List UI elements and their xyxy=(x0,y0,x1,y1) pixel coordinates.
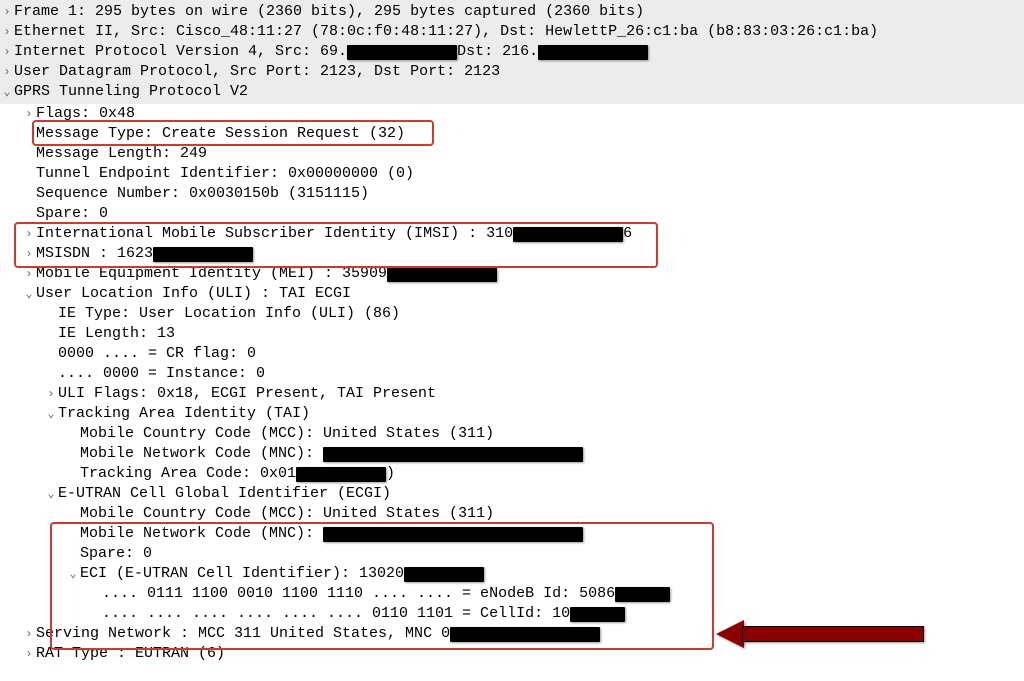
redacted-imsi xyxy=(513,227,623,242)
ecgi-hdr: E-UTRAN Cell Global Identifier (ECGI) xyxy=(58,484,391,504)
tree-row-ethernet[interactable]: › Ethernet II, Src: Cisco_48:11:27 (78:0… xyxy=(0,22,1024,42)
uli-flags: ULI Flags: 0x18, ECGI Present, TAI Prese… xyxy=(58,384,436,404)
ecgi-spare: Spare: 0 xyxy=(80,544,152,564)
redacted-eci xyxy=(404,567,484,582)
redacted-tai-mnc xyxy=(323,447,583,462)
ethernet-summary: Ethernet II, Src: Cisco_48:11:27 (78:0c:… xyxy=(14,22,878,42)
chevron-right-icon: › xyxy=(22,244,36,264)
tree-row-msglen[interactable]: Message Length: 249 xyxy=(0,144,1024,164)
tree-row-msisdn[interactable]: › MSISDN : 1623 xyxy=(0,244,1024,264)
ip-dst-pre: Dst: 216. xyxy=(457,42,538,62)
tree-row-imsi[interactable]: › International Mobile Subscriber Identi… xyxy=(0,224,1024,244)
tai-hdr: Tracking Area Identity (TAI) xyxy=(58,404,310,424)
tai-tac-post: ) xyxy=(386,464,395,484)
tree-row-serving[interactable]: › Serving Network : MCC 311 United State… xyxy=(0,624,1024,644)
chevron-down-icon: ⌄ xyxy=(0,82,14,102)
gtp-msgtype: Message Type: Create Session Request (32… xyxy=(36,124,405,144)
gtp-teid: Tunnel Endpoint Identifier: 0x00000000 (… xyxy=(36,164,414,184)
uli-ielen: IE Length: 13 xyxy=(58,324,175,344)
tree-row-flags[interactable]: › Flags: 0x48 xyxy=(0,104,1024,124)
tree-row-tai[interactable]: ⌄ Tracking Area Identity (TAI) xyxy=(0,404,1024,424)
tree-row-ecgi[interactable]: ⌄ E-UTRAN Cell Global Identifier (ECGI) xyxy=(0,484,1024,504)
chevron-right-icon: › xyxy=(22,224,36,244)
tree-row-rat[interactable]: › RAT Type : EUTRAN (6) xyxy=(0,644,1024,664)
tree-row-frame[interactable]: › Frame 1: 295 bytes on wire (2360 bits)… xyxy=(0,2,1024,22)
tree-row-tai-tac[interactable]: Tracking Area Code: 0x01) xyxy=(0,464,1024,484)
redacted-ecgi-mnc xyxy=(323,527,583,542)
chevron-right-icon: › xyxy=(22,644,36,664)
imsi-post: 6 xyxy=(623,224,632,244)
tai-tac-pre: Tracking Area Code: 0x01 xyxy=(80,464,296,484)
tree-row-eci[interactable]: ⌄ ECI (E-UTRAN Cell Identifier): 13020 xyxy=(0,564,1024,584)
redacted-ip-src xyxy=(347,45,457,60)
imsi-pre: International Mobile Subscriber Identity… xyxy=(36,224,513,244)
gtp-seq: Sequence Number: 0x0030150b (3151115) xyxy=(36,184,369,204)
redacted-enb xyxy=(615,587,670,602)
tree-row-uli-flags[interactable]: › ULI Flags: 0x18, ECGI Present, TAI Pre… xyxy=(0,384,1024,404)
uli-cr: 0000 .... = CR flag: 0 xyxy=(58,344,256,364)
tree-row-enb[interactable]: .... 0111 1100 0010 1100 1110 .... .... … xyxy=(0,584,1024,604)
chevron-right-icon: › xyxy=(0,62,14,82)
chevron-right-icon: › xyxy=(22,624,36,644)
ecgi-mnc-pre: Mobile Network Code (MNC): xyxy=(80,524,323,544)
chevron-right-icon: › xyxy=(44,384,58,404)
chevron-down-icon: ⌄ xyxy=(44,404,58,424)
redacted-serving xyxy=(450,627,600,642)
eci-pre: ECI (E-UTRAN Cell Identifier): 13020 xyxy=(80,564,404,584)
tree-row-ecgi-mcc[interactable]: Mobile Country Code (MCC): United States… xyxy=(0,504,1024,524)
chevron-right-icon: › xyxy=(22,104,36,124)
chevron-down-icon: ⌄ xyxy=(22,284,36,304)
gtp-flags: Flags: 0x48 xyxy=(36,104,135,124)
ip-src-pre: Internet Protocol Version 4, Src: 69. xyxy=(14,42,347,62)
udp-summary: User Datagram Protocol, Src Port: 2123, … xyxy=(14,62,500,82)
ecgi-mcc: Mobile Country Code (MCC): United States… xyxy=(80,504,494,524)
chevron-right-icon: › xyxy=(0,42,14,62)
chevron-right-icon: › xyxy=(0,22,14,42)
redacted-cellid xyxy=(570,607,625,622)
redacted-ip-dst xyxy=(538,45,648,60)
redacted-tai-tac xyxy=(296,467,386,482)
rat-type: RAT Type : EUTRAN (6) xyxy=(36,644,225,664)
tree-row-msgtype[interactable]: Message Type: Create Session Request (32… xyxy=(0,124,1024,144)
tai-mcc: Mobile Country Code (MCC): United States… xyxy=(80,424,494,444)
tree-row-seq[interactable]: Sequence Number: 0x0030150b (3151115) xyxy=(0,184,1024,204)
gtp-summary: GPRS Tunneling Protocol V2 xyxy=(14,82,248,102)
mei-pre: Mobile Equipment Identity (MEI) : 35909 xyxy=(36,264,387,284)
tree-row-uli-ietype[interactable]: IE Type: User Location Info (ULI) (86) xyxy=(0,304,1024,324)
uli-hdr: User Location Info (ULI) : TAI ECGI xyxy=(36,284,351,304)
uli-ietype: IE Type: User Location Info (ULI) (86) xyxy=(58,304,400,324)
tree-row-ecgi-spare[interactable]: Spare: 0 xyxy=(0,544,1024,564)
tree-row-uli-cr[interactable]: 0000 .... = CR flag: 0 xyxy=(0,344,1024,364)
chevron-right-icon: › xyxy=(0,2,14,22)
tree-row-uli-ielen[interactable]: IE Length: 13 xyxy=(0,324,1024,344)
chevron-down-icon: ⌄ xyxy=(66,564,80,584)
redacted-msisdn xyxy=(153,247,253,262)
tree-row-spare[interactable]: Spare: 0 xyxy=(0,204,1024,224)
redacted-mei xyxy=(387,267,497,282)
tree-row-teid[interactable]: Tunnel Endpoint Identifier: 0x00000000 (… xyxy=(0,164,1024,184)
frame-summary: Frame 1: 295 bytes on wire (2360 bits), … xyxy=(14,2,644,22)
tree-row-uli[interactable]: ⌄ User Location Info (ULI) : TAI ECGI xyxy=(0,284,1024,304)
tree-row-cellid[interactable]: .... .... .... .... .... .... 0110 1101 … xyxy=(0,604,1024,624)
tree-row-ip[interactable]: › Internet Protocol Version 4, Src: 69. … xyxy=(0,42,1024,62)
gtp-spare: Spare: 0 xyxy=(36,204,108,224)
tree-row-uli-inst[interactable]: .... 0000 = Instance: 0 xyxy=(0,364,1024,384)
chevron-down-icon: ⌄ xyxy=(44,484,58,504)
tree-row-ecgi-mnc[interactable]: Mobile Network Code (MNC): xyxy=(0,524,1024,544)
tree-row-mei[interactable]: › Mobile Equipment Identity (MEI) : 3590… xyxy=(0,264,1024,284)
enb-pre: .... 0111 1100 0010 1100 1110 .... .... … xyxy=(102,584,615,604)
gtp-msglen: Message Length: 249 xyxy=(36,144,207,164)
uli-inst: .... 0000 = Instance: 0 xyxy=(58,364,265,384)
chevron-right-icon: › xyxy=(22,264,36,284)
tree-row-tai-mnc[interactable]: Mobile Network Code (MNC): xyxy=(0,444,1024,464)
tree-row-tai-mcc[interactable]: Mobile Country Code (MCC): United States… xyxy=(0,424,1024,444)
tree-row-gtp[interactable]: ⌄ GPRS Tunneling Protocol V2 xyxy=(0,82,1024,102)
tree-row-udp[interactable]: › User Datagram Protocol, Src Port: 2123… xyxy=(0,62,1024,82)
serving-pre: Serving Network : MCC 311 United States,… xyxy=(36,624,450,644)
msisdn-pre: MSISDN : 1623 xyxy=(36,244,153,264)
tai-mnc-pre: Mobile Network Code (MNC): xyxy=(80,444,323,464)
cell-pre: .... .... .... .... .... .... 0110 1101 … xyxy=(102,604,570,624)
